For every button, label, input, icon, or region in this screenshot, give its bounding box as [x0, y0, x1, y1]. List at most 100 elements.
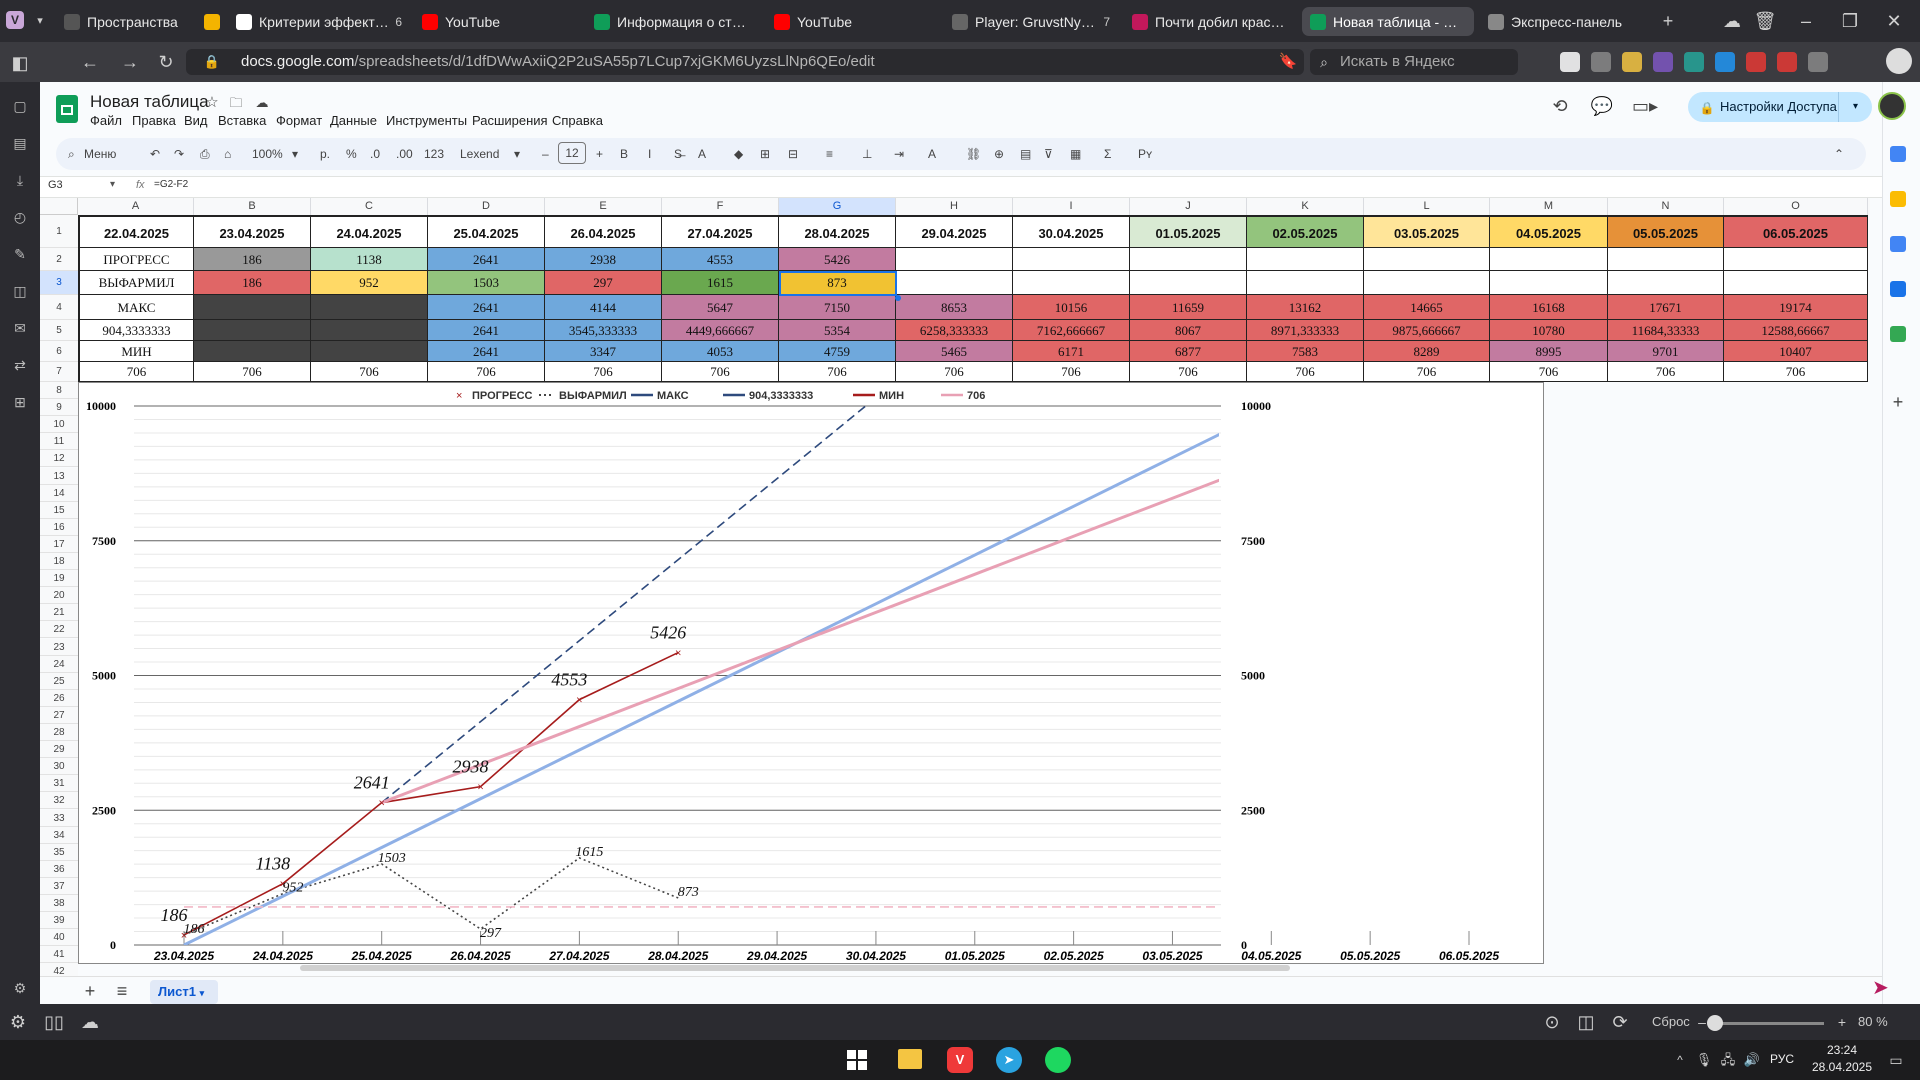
cell-N5[interactable]: 11684,33333	[1608, 320, 1724, 341]
volume-icon[interactable]: 🔊	[1740, 1050, 1764, 1070]
filter-views-icon[interactable]: ▦	[1070, 146, 1081, 162]
spotify-icon[interactable]	[1045, 1047, 1071, 1073]
cell-O3[interactable]	[1724, 271, 1868, 295]
cell-D2[interactable]: 2641	[428, 248, 545, 271]
cell-B5[interactable]	[194, 320, 311, 341]
settings-gear-icon[interactable]: ⚙	[8, 978, 32, 998]
row-header-23[interactable]: 23	[40, 638, 78, 656]
cell-O6[interactable]: 10407	[1724, 341, 1868, 362]
cell-C5[interactable]	[311, 320, 428, 341]
zoom-in-icon[interactable]: +	[1830, 1012, 1854, 1032]
font-select[interactable]: Lexend	[460, 146, 499, 162]
column-header-C[interactable]: C	[311, 198, 428, 215]
cell-K5[interactable]: 8971,333333	[1247, 320, 1364, 341]
cell-A1[interactable]: 22.04.2025	[78, 215, 194, 248]
cell-A2[interactable]: ПРОГРЕСС	[78, 248, 194, 271]
row-header-41[interactable]: 41	[40, 946, 78, 964]
link-icon[interactable]: ⛓	[966, 146, 981, 162]
bold-button[interactable]: B	[620, 146, 628, 162]
row-header-33[interactable]: 33	[40, 809, 78, 827]
history-icon[interactable]: ◴	[8, 207, 32, 227]
row-header-24[interactable]: 24	[40, 655, 78, 673]
tray-chevron-icon[interactable]: ^	[1668, 1050, 1692, 1070]
row-header-15[interactable]: 15	[40, 501, 78, 519]
row-header-38[interactable]: 38	[40, 895, 78, 913]
file-explorer-icon[interactable]	[898, 1049, 922, 1069]
language-indicator[interactable]: РУС	[1770, 1052, 1794, 1066]
telegram-icon[interactable]: ➤	[996, 1047, 1022, 1073]
menu-8[interactable]: Справка	[552, 113, 603, 128]
cell-F5[interactable]: 4449,666667	[662, 320, 779, 341]
row-header-3[interactable]: 3	[40, 271, 78, 295]
cell-L6[interactable]: 8289	[1364, 341, 1490, 362]
row-header-1[interactable]: 1	[40, 215, 78, 248]
vivaldi-icon[interactable]: V	[947, 1047, 973, 1073]
cell-O2[interactable]	[1724, 248, 1868, 271]
history-icon[interactable]: ⟲	[1548, 96, 1572, 116]
capture-icon[interactable]: ⊙	[1540, 1012, 1564, 1032]
cell-A6[interactable]: МИН	[78, 341, 194, 362]
row-header-26[interactable]: 26	[40, 689, 78, 707]
row-header-27[interactable]: 27	[40, 706, 78, 724]
browser-tab-5[interactable]: YouTube	[766, 7, 936, 36]
row-header-2[interactable]: 2	[40, 248, 78, 271]
downloads-icon[interactable]: ⤓	[8, 170, 32, 190]
fill-color-icon[interactable]: ◆	[734, 146, 743, 162]
cell-J5[interactable]: 8067	[1130, 320, 1247, 341]
rotate-icon[interactable]: A	[928, 146, 936, 162]
borders-icon[interactable]: ⊞	[760, 146, 770, 162]
row-header-28[interactable]: 28	[40, 724, 78, 742]
shortcut-icon[interactable]	[1653, 52, 1673, 72]
row-header-32[interactable]: 32	[40, 792, 78, 810]
adblock-icon[interactable]	[1746, 52, 1766, 72]
cell-K7[interactable]: 706	[1247, 362, 1364, 382]
cell-D7[interactable]: 706	[428, 362, 545, 382]
cell-J7[interactable]: 706	[1130, 362, 1247, 382]
column-header-A[interactable]: A	[78, 198, 194, 215]
browser-tab-4[interactable]: Информация о студентах	[586, 7, 756, 36]
row-header-7[interactable]: 7	[40, 362, 78, 382]
font-size-input[interactable]: 12	[558, 142, 586, 164]
row-header-31[interactable]: 31	[40, 775, 78, 793]
cell-I7[interactable]: 706	[1013, 362, 1130, 382]
cell-C2[interactable]: 1138	[311, 248, 428, 271]
translate-icon[interactable]: ⇄	[8, 355, 32, 375]
cell-E6[interactable]: 3347	[545, 341, 662, 362]
panel-toggle-icon[interactable]: ◧	[8, 53, 32, 73]
cell-F4[interactable]: 5647	[662, 295, 779, 320]
keep-icon[interactable]	[1890, 191, 1906, 207]
vivaldi-menu-icon[interactable]: V	[6, 11, 24, 29]
menu-2[interactable]: Вид	[184, 113, 208, 128]
cell-G2[interactable]: 5426	[779, 248, 896, 271]
cloud-icon[interactable]: ☁	[1720, 11, 1744, 31]
cell-D1[interactable]: 25.04.2025	[428, 215, 545, 248]
comments-icon[interactable]: 💬	[1590, 96, 1614, 116]
column-header-M[interactable]: M	[1490, 198, 1608, 215]
row-header-20[interactable]: 20	[40, 587, 78, 605]
cell-M5[interactable]: 10780	[1490, 320, 1608, 341]
notifications-icon[interactable]: ▭	[1884, 1050, 1908, 1070]
row-header-4[interactable]: 4	[40, 295, 78, 320]
cell-L3[interactable]	[1364, 271, 1490, 295]
apps-icon[interactable]	[1684, 52, 1704, 72]
row-header-14[interactable]: 14	[40, 484, 78, 502]
input-tools-icon[interactable]: Рʏ	[1138, 146, 1152, 162]
row-header-11[interactable]: 11	[40, 433, 78, 451]
browser-tab-2[interactable]: Критерии эффективн 6	[228, 7, 410, 36]
row-header-9[interactable]: 9	[40, 399, 78, 417]
cell-E4[interactable]: 4144	[545, 295, 662, 320]
window-panel-icon[interactable]: ◫	[8, 281, 32, 301]
redo-icon[interactable]: ↷	[174, 146, 184, 162]
row-header-13[interactable]: 13	[40, 467, 78, 485]
share-dropdown-icon[interactable]: ▾	[1838, 92, 1872, 122]
cell-H5[interactable]: 6258,333333	[896, 320, 1013, 341]
row-header-6[interactable]: 6	[40, 341, 78, 362]
cell-A3[interactable]: ВЫФАРМИЛ	[78, 271, 194, 295]
browser-tab-0[interactable]: Пространства	[56, 7, 196, 36]
zoom-dropdown-icon[interactable]: ▾	[292, 146, 298, 162]
tiling-icon[interactable]: ◫	[1574, 1012, 1598, 1032]
column-header-G[interactable]: G	[779, 198, 896, 215]
cell-O1[interactable]: 06.05.2025	[1724, 215, 1868, 248]
row-header-37[interactable]: 37	[40, 877, 78, 895]
cell-C6[interactable]	[311, 341, 428, 362]
